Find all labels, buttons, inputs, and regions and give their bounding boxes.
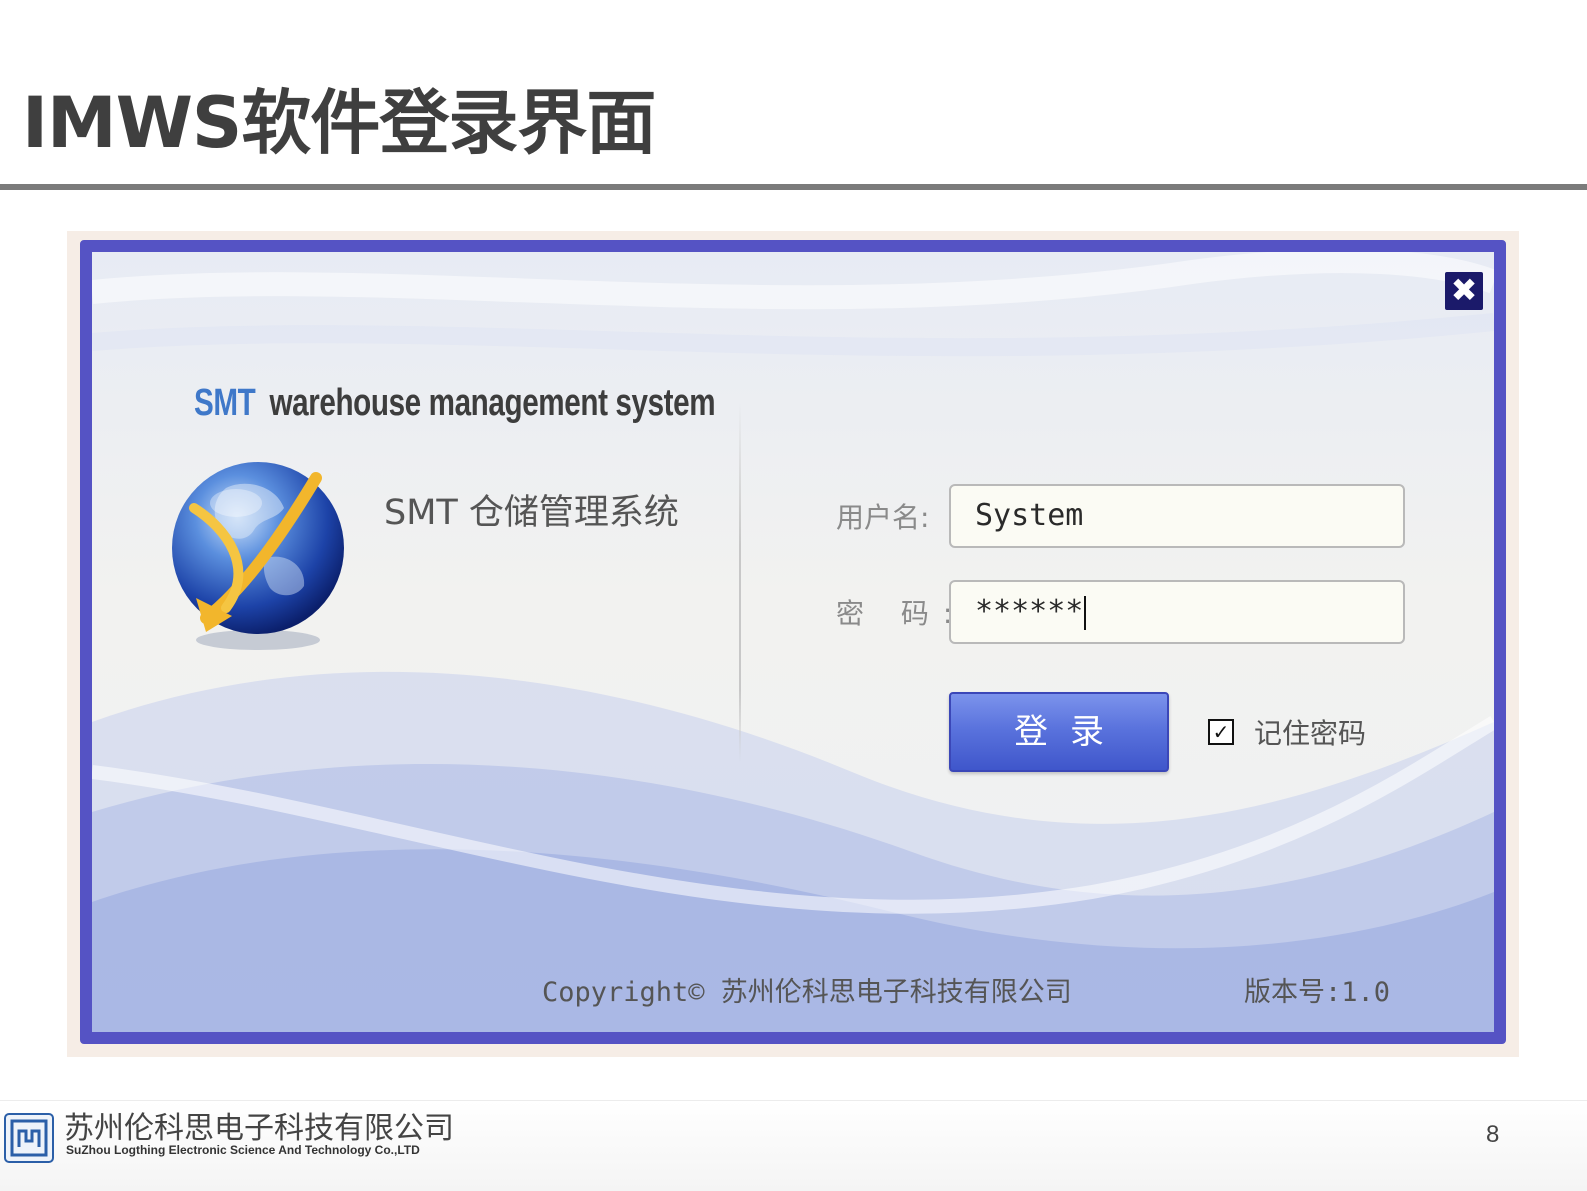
login-button[interactable]: 登录 bbox=[949, 692, 1169, 772]
username-label: 用户名: bbox=[836, 501, 930, 534]
login-dialog: ✖ SMT warehouse management system SMT 仓储管… bbox=[80, 240, 1506, 1044]
password-field[interactable]: ****** bbox=[949, 580, 1405, 644]
password-value: ****** bbox=[975, 594, 1084, 629]
vertical-divider bbox=[739, 402, 741, 762]
company-logo-icon bbox=[4, 1113, 54, 1163]
password-label: 密 码: bbox=[836, 597, 967, 630]
product-name-cn: SMT 仓储管理系统 bbox=[384, 493, 679, 533]
brand-heading: SMT warehouse management system bbox=[194, 382, 716, 425]
username-value: System bbox=[975, 498, 1084, 533]
brand-prefix: SMT bbox=[194, 382, 256, 424]
globe-icon bbox=[172, 462, 344, 650]
username-field[interactable]: System bbox=[949, 484, 1405, 548]
company-name-cn: 苏州伦科思电子科技有限公司 bbox=[64, 1111, 454, 1146]
close-icon[interactable]: ✖ bbox=[1445, 272, 1483, 310]
checkbox-check-icon[interactable]: ✓ bbox=[1208, 719, 1234, 745]
remember-password-label: 记住密码 bbox=[1254, 717, 1367, 750]
title-divider bbox=[0, 184, 1587, 190]
remember-password-option[interactable]: ✓ 记住密码 bbox=[1208, 712, 1366, 752]
page-number: 8 bbox=[1486, 1121, 1500, 1148]
company-name-en: SuZhou Logthing Electronic Science And T… bbox=[66, 1143, 420, 1157]
slide-footer: 苏州伦科思电子科技有限公司 SuZhou Logthing Electronic… bbox=[0, 1100, 1587, 1191]
version-text: 版本号:1.0 bbox=[1244, 977, 1391, 1008]
text-caret bbox=[1084, 595, 1087, 630]
brand-suffix: warehouse management system bbox=[269, 382, 716, 424]
slide-title: IMWS软件登录界面 bbox=[22, 82, 656, 164]
copyright-text: Copyright© 苏州伦科思电子科技有限公司 bbox=[542, 977, 1072, 1008]
